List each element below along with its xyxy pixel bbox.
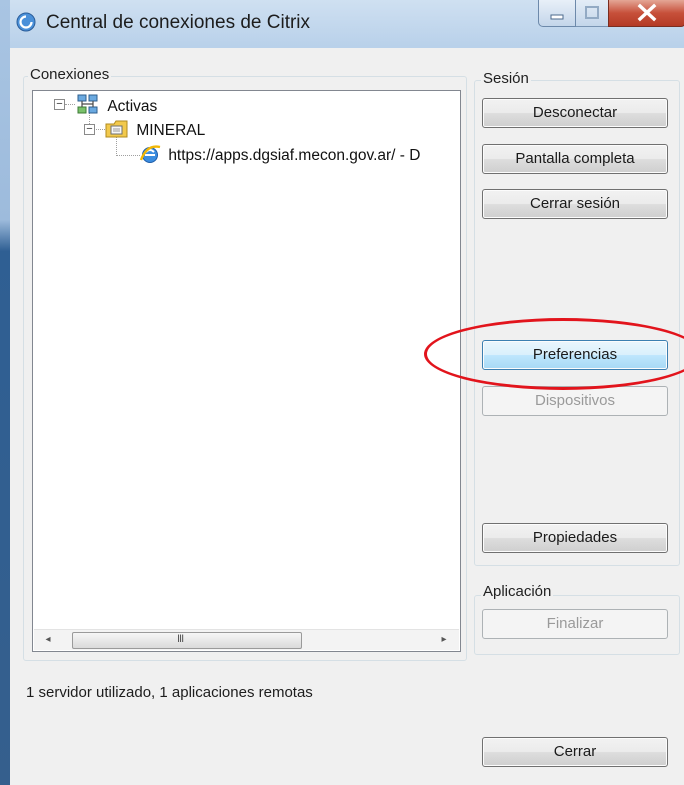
tree-connector: [65, 104, 75, 105]
maximize-icon: [585, 6, 599, 19]
window-frame: Central de conexiones de Citrix Conexion…: [0, 0, 684, 785]
close-window-button[interactable]: [608, 0, 684, 27]
collapse-activas-toggle[interactable]: −: [54, 99, 65, 110]
tree-node-mineral-label: MINERAL: [136, 122, 206, 139]
application-group-label: Aplicación: [481, 583, 554, 600]
minimize-button[interactable]: [538, 0, 576, 27]
tree-node-mineral[interactable]: MINERAL: [105, 118, 205, 140]
status-text: 1 servidor utilizado, 1 aplicaciones rem…: [26, 684, 313, 701]
close-button[interactable]: Cerrar: [482, 737, 668, 767]
tree-connector: [116, 155, 140, 156]
devices-button[interactable]: Dispositivos: [482, 386, 668, 416]
maximize-button[interactable]: [575, 0, 609, 27]
logoff-button[interactable]: Cerrar sesión: [482, 189, 668, 219]
scrollbar-grip-icon: III: [177, 633, 184, 645]
folder-server-icon: [105, 120, 128, 138]
connections-tree[interactable]: − Activas − MINERAL https://apps.dgsiaf.…: [32, 90, 461, 652]
terminate-button[interactable]: Finalizar: [482, 609, 668, 639]
title-bar[interactable]: Central de conexiones de Citrix: [0, 0, 684, 48]
highlight-annotation-oval: [424, 318, 684, 390]
collapse-mineral-toggle[interactable]: −: [84, 124, 95, 135]
disconnect-button[interactable]: Desconectar: [482, 98, 668, 128]
scroll-right-arrow-icon[interactable]: ▸: [436, 633, 452, 647]
close-icon: [637, 3, 657, 22]
network-computers-icon: [77, 94, 98, 114]
tree-node-activas-label: Activas: [107, 98, 158, 115]
properties-button[interactable]: Propiedades: [482, 523, 668, 553]
scroll-left-arrow-icon[interactable]: ◂: [40, 633, 56, 647]
connections-group-label: Conexiones: [28, 66, 112, 83]
citrix-icon: [16, 12, 36, 32]
minimize-icon: [550, 14, 564, 20]
tree-node-app-label: https://apps.dgsiaf.mecon.gov.ar/ - D: [168, 147, 421, 164]
internet-explorer-icon: [139, 145, 161, 163]
scrollbar-thumb[interactable]: III: [72, 632, 302, 649]
caption-buttons: [530, 0, 684, 28]
fullscreen-button[interactable]: Pantalla completa: [482, 144, 668, 174]
window-left-border: [0, 0, 10, 785]
window-title: Central de conexiones de Citrix: [46, 12, 311, 33]
tree-node-activas[interactable]: Activas: [77, 94, 157, 116]
session-group-label: Sesión: [481, 70, 531, 87]
horizontal-scrollbar[interactable]: ◂ III ▸: [34, 629, 459, 650]
tree-node-app[interactable]: https://apps.dgsiaf.mecon.gov.ar/ - D: [139, 143, 420, 165]
